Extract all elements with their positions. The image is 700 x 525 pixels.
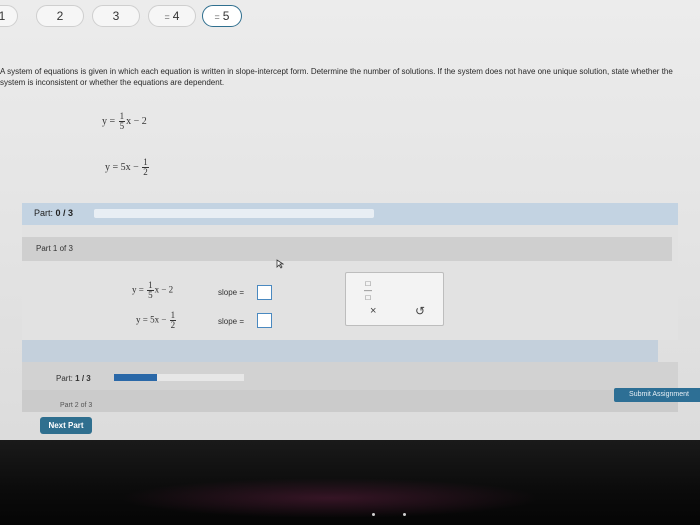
bezel-dot — [403, 513, 406, 516]
equals-icon: = — [214, 12, 220, 22]
eq-lhs: y = 5x − — [105, 161, 139, 173]
eq-lhs: y = 5x − — [136, 314, 167, 325]
equation-2: y = 5x − 12 — [105, 158, 150, 177]
slope-label-1: slope = — [218, 288, 245, 297]
eq-rest: x − 2 — [126, 115, 147, 127]
denominator: 2 — [170, 320, 176, 330]
eq-lhs: y = — [132, 284, 144, 295]
question-number: 5 — [222, 9, 230, 23]
question-1-button[interactable]: 1 — [0, 5, 18, 27]
question-number: 3 — [112, 9, 120, 23]
work-equation-2: y = 5x − 12 — [136, 311, 177, 330]
question-5-button[interactable]: = 5 — [202, 5, 242, 27]
part-progress-row: Part: 1 / 3 — [22, 362, 678, 390]
part-2-title: Part 2 of 3 — [60, 402, 93, 409]
part-value: 0 / 3 — [55, 208, 74, 218]
question-number: 4 — [172, 9, 180, 23]
slope-label-2: slope = — [218, 317, 245, 326]
progress-value: 1 / 3 — [75, 374, 91, 383]
divider-bar — [22, 340, 658, 362]
progress-status: Part: 1 / 3 — [56, 374, 91, 383]
part-1-header: Part 1 of 3 — [22, 237, 672, 261]
submit-assignment-button[interactable]: Submit Assignment — [614, 388, 700, 402]
next-part-button[interactable]: Next Part — [40, 417, 92, 434]
question-number: 1 — [0, 9, 6, 23]
denominator: 2 — [143, 167, 148, 177]
slope-input-2[interactable] — [257, 313, 272, 328]
eq-rest: x − 2 — [154, 284, 174, 295]
equation-1: y = 15x − 2 — [102, 112, 147, 131]
question-2-button[interactable]: 2 — [36, 5, 84, 27]
fraction: 15 — [147, 281, 154, 300]
screen: 1 2 3 = 4 = 5 A system of equations is giv… — [0, 0, 700, 440]
part-progress-bar: Part: 0 / 3 — [22, 203, 678, 225]
question-3-button[interactable]: 3 — [92, 5, 140, 27]
denominator: 5 — [148, 290, 153, 300]
progress-track — [114, 374, 244, 381]
progress-fill — [114, 374, 157, 381]
part-status: Part: 0 / 3 — [34, 208, 73, 218]
denominator: 5 — [119, 121, 125, 131]
fraction-icon[interactable]: □ — □ — [364, 280, 372, 302]
equals-icon: = — [164, 12, 170, 22]
fraction: 15 — [118, 112, 126, 131]
answer-toolbox: □ — □ × ↺ — [345, 272, 444, 326]
progress-label: Part: — [56, 374, 73, 383]
question-prompt: A system of equations is given in which … — [0, 67, 673, 87]
work-equation-1: y = 15x − 2 — [132, 281, 173, 300]
part-label: Part: — [34, 208, 54, 218]
fraction: 12 — [169, 311, 177, 330]
bezel-reflection — [120, 478, 540, 518]
cursor-icon — [276, 259, 284, 269]
bezel-dot — [372, 513, 375, 516]
clear-button[interactable]: × — [370, 305, 376, 317]
part-2-header: Part 2 of 3 — [22, 390, 678, 412]
part-1-title: Part 1 of 3 — [36, 244, 73, 253]
question-4-button[interactable]: = 4 — [148, 5, 196, 27]
question-number: 2 — [56, 9, 64, 23]
slope-input-1[interactable] — [257, 285, 272, 300]
undo-button[interactable]: ↺ — [415, 304, 425, 318]
eq-lhs: y = — [102, 115, 116, 127]
progress-track — [94, 209, 374, 218]
fraction: 12 — [142, 158, 149, 177]
